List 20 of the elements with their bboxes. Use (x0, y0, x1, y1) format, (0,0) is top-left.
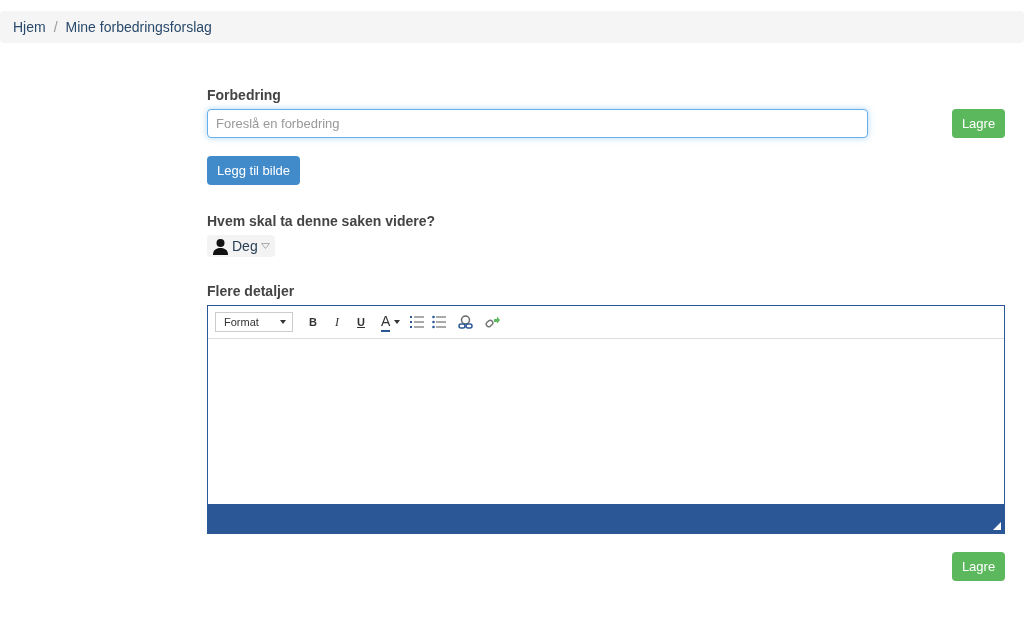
resize-handle-icon[interactable] (993, 522, 1001, 530)
field-label: Forbedring (207, 87, 282, 103)
field-label: Flere detaljer (207, 283, 296, 299)
breadcrumb-separator: / (53, 19, 58, 35)
caret-icon (260, 243, 270, 249)
breadcrumb-link[interactable]: Hjem (13, 19, 46, 35)
caret-icon (280, 320, 286, 324)
bold-button[interactable]: B (303, 312, 323, 332)
caret-icon (394, 320, 401, 324)
underline-button[interactable]: U (351, 312, 371, 332)
breadcrumb-link[interactable]: Mine forbedringsforslag (65, 19, 212, 35)
italic-button[interactable]: I (327, 312, 347, 332)
add-image-button[interactable]: Legg til bilde (207, 156, 300, 185)
assignee-dropdown[interactable]: Deg (207, 235, 275, 257)
format-dropdown[interactable]: Format (215, 312, 293, 332)
improvement-input[interactable]: Foreslå en forbedring (207, 109, 868, 138)
person-icon (212, 237, 229, 255)
field-label: Hvem skal ta denne saken videre? (207, 213, 436, 229)
text-color-button[interactable]: A (381, 312, 391, 332)
bullet-list-icon[interactable] (432, 315, 447, 329)
